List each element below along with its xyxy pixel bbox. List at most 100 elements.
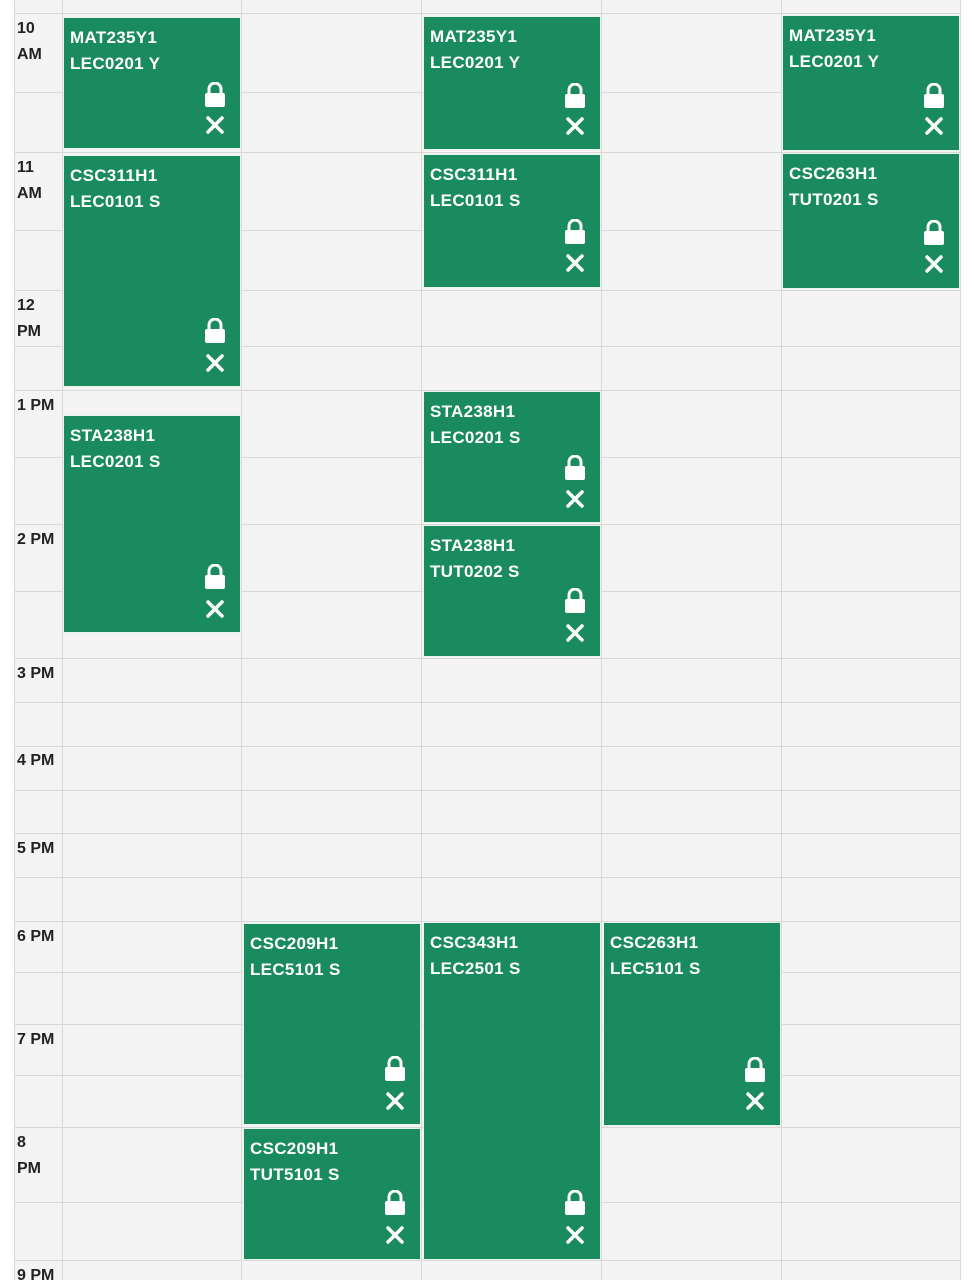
course-block[interactable]: CSC311H1 LEC0101 S (423, 154, 601, 288)
lock-icon[interactable] (204, 564, 226, 590)
course-section: LEC0201 S (430, 428, 521, 447)
grid-line (781, 0, 782, 1280)
course-block[interactable]: CSC263H1 TUT0201 S (782, 153, 960, 289)
lock-icon[interactable] (744, 1057, 766, 1083)
course-section: TUT0201 S (789, 190, 879, 209)
course-code: STA238H1 (70, 426, 156, 445)
close-icon[interactable] (564, 488, 586, 510)
grid-line (14, 746, 960, 747)
grid-line (14, 790, 960, 791)
course-block[interactable]: CSC263H1 LEC5101 S (603, 922, 781, 1126)
course-block[interactable]: MAT235Y1 LEC0201 Y (782, 15, 960, 151)
grid-line (960, 0, 961, 1280)
grid-line (14, 152, 960, 153)
course-section: LEC5101 S (250, 960, 341, 979)
course-block[interactable]: MAT235Y1 LEC0201 Y (423, 16, 601, 150)
close-icon[interactable] (564, 622, 586, 644)
lock-icon[interactable] (923, 220, 945, 246)
grid-line (14, 833, 960, 834)
lock-icon[interactable] (204, 318, 226, 344)
lock-icon[interactable] (564, 1190, 586, 1216)
close-icon[interactable] (564, 115, 586, 137)
close-icon[interactable] (923, 115, 945, 137)
course-code: MAT235Y1 (789, 26, 877, 45)
course-section: LEC0101 S (70, 192, 161, 211)
grid-line (601, 0, 602, 1280)
grid-line (14, 1260, 960, 1261)
course-code: CSC311H1 (430, 165, 518, 184)
close-icon[interactable] (204, 352, 226, 374)
course-code: STA238H1 (430, 536, 516, 555)
time-label-hour: 10 (17, 20, 35, 37)
grid-line (14, 390, 960, 391)
course-code: CSC263H1 (789, 164, 878, 183)
time-label-8pm: 8 PM (17, 1130, 61, 1182)
course-section: LEC0101 S (430, 191, 521, 210)
course-code: STA238H1 (430, 402, 516, 421)
time-label-12pm: 12 PM (17, 293, 61, 345)
course-code: CSC209H1 (250, 934, 339, 953)
grid-line (14, 13, 960, 14)
close-icon[interactable] (923, 253, 945, 275)
close-icon[interactable] (384, 1090, 406, 1112)
course-block[interactable]: CSC209H1 TUT5101 S (243, 1128, 421, 1260)
time-label-9pm: 9 PM (17, 1267, 55, 1280)
grid-line (14, 0, 15, 1280)
time-label-hour: 12 (17, 297, 35, 314)
grid-line (421, 0, 422, 1280)
lock-icon[interactable] (564, 219, 586, 245)
time-label-6pm: 6 PM (17, 928, 55, 945)
course-section: LEC0201 Y (70, 54, 161, 73)
grid-line (241, 0, 242, 1280)
lock-icon[interactable] (204, 82, 226, 108)
course-code: CSC209H1 (250, 1139, 339, 1158)
grid-line (14, 702, 960, 703)
grid-line (14, 658, 960, 659)
course-section: TUT5101 S (250, 1165, 340, 1184)
lock-icon[interactable] (564, 83, 586, 109)
course-block[interactable]: CSC343H1 LEC2501 S (423, 922, 601, 1260)
time-label-2pm: 2 PM (17, 531, 55, 548)
course-block[interactable]: MAT235Y1 LEC0201 Y (63, 17, 241, 149)
course-section: LEC0201 Y (430, 53, 521, 72)
grid-line (14, 877, 960, 878)
grid-line (62, 0, 63, 1280)
course-section: LEC5101 S (610, 959, 701, 978)
course-block[interactable]: STA238H1 TUT0202 S (423, 525, 601, 657)
timetable-grid: 10 AM 11 AM 12 PM 1 PM 2 PM 3 PM 4 PM 5 … (0, 0, 974, 1280)
lock-icon[interactable] (564, 455, 586, 481)
course-block[interactable]: STA238H1 LEC0201 S (423, 391, 601, 523)
course-block[interactable]: CSC209H1 LEC5101 S (243, 923, 421, 1125)
course-code: CSC263H1 (610, 933, 699, 952)
course-section: LEC0201 S (70, 452, 161, 471)
course-block[interactable]: STA238H1 LEC0201 S (63, 415, 241, 633)
course-code: MAT235Y1 (430, 27, 518, 46)
close-icon[interactable] (204, 598, 226, 620)
course-code: MAT235Y1 (70, 28, 158, 47)
lock-icon[interactable] (384, 1190, 406, 1216)
time-label-10am: 10 AM (17, 16, 61, 68)
time-label-meridiem: AM (17, 46, 42, 63)
close-icon[interactable] (744, 1090, 766, 1112)
close-icon[interactable] (384, 1224, 406, 1246)
lock-icon[interactable] (564, 588, 586, 614)
grid-line (14, 921, 960, 922)
time-label-1pm: 1 PM (17, 397, 55, 414)
time-label-5pm: 5 PM (17, 840, 55, 857)
lock-icon[interactable] (923, 83, 945, 109)
time-label-hour: 8 (17, 1134, 26, 1151)
time-label-meridiem: AM (17, 185, 42, 202)
close-icon[interactable] (564, 252, 586, 274)
time-label-hour: 11 (17, 159, 34, 176)
course-section: LEC2501 S (430, 959, 521, 978)
time-label-7pm: 7 PM (17, 1031, 55, 1048)
course-block[interactable]: CSC311H1 LEC0101 S (63, 155, 241, 387)
time-label-4pm: 4 PM (17, 752, 55, 769)
close-icon[interactable] (564, 1224, 586, 1246)
time-label-11am: 11 AM (17, 155, 61, 207)
lock-icon[interactable] (384, 1056, 406, 1082)
course-section: TUT0202 S (430, 562, 520, 581)
course-code: CSC311H1 (70, 166, 158, 185)
close-icon[interactable] (204, 114, 226, 136)
course-code: CSC343H1 (430, 933, 519, 952)
